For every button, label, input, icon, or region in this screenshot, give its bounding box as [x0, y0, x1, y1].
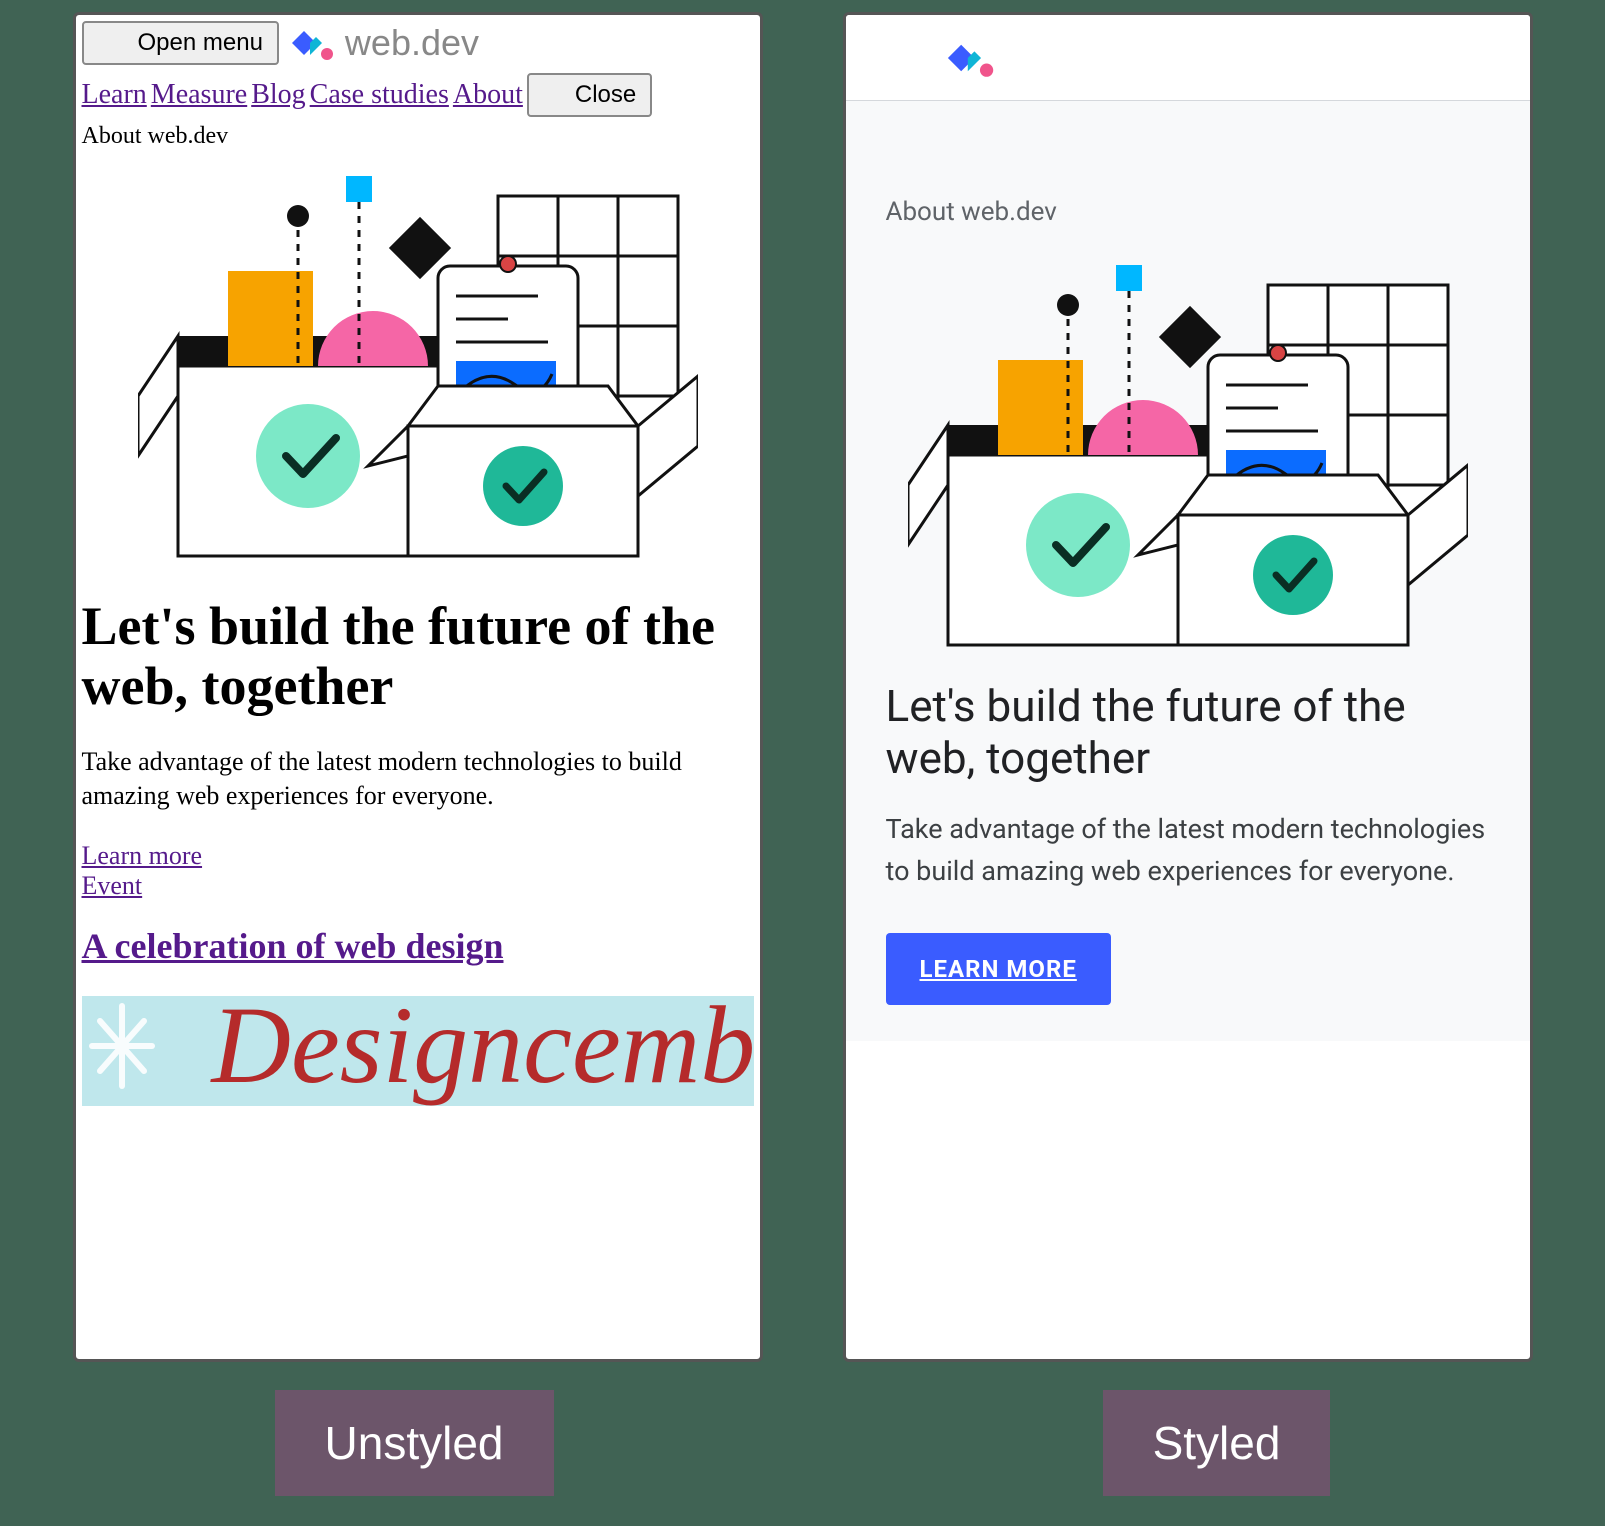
unstyled-viewport: Open menu web.dev Learn Measure Blog Cas…	[73, 12, 763, 1362]
nav-case-studies[interactable]: Case studies	[310, 79, 449, 111]
hero-illustration	[908, 245, 1468, 655]
nav-learn[interactable]: Learn	[82, 79, 147, 111]
caption-styled: Styled	[1103, 1390, 1331, 1496]
event-card-script-text: Designcember	[212, 996, 754, 1106]
hero-illustration	[138, 156, 698, 566]
page-body: About web.dev Let's build the future of …	[846, 101, 1530, 1041]
close-label: Close	[575, 81, 636, 109]
page-subtitle: Take advantage of the latest modern tech…	[82, 745, 754, 813]
hamburger-icon	[98, 29, 132, 57]
learn-more-button[interactable]: LEARN MORE	[886, 933, 1111, 1005]
event-card-image: Designcember	[82, 996, 754, 1106]
styled-viewport: About web.dev Let's build the future of …	[843, 12, 1533, 1362]
nav-measure[interactable]: Measure	[151, 79, 247, 111]
close-menu-button[interactable]: Close	[527, 73, 652, 117]
nav-blog[interactable]: Blog	[251, 79, 305, 111]
page-title: Let's build the future of the web, toget…	[82, 596, 754, 717]
webdev-logo-icon[interactable]	[944, 37, 996, 79]
event-heading: A celebration of web design	[82, 925, 754, 968]
logo-text: web.dev	[345, 22, 479, 64]
comparison-stage: Open menu web.dev Learn Measure Blog Cas…	[0, 12, 1605, 1362]
nav-row: Learn Measure Blog Case studies About Cl…	[82, 73, 754, 117]
open-menu-button[interactable]: Open menu	[82, 21, 279, 65]
close-icon	[543, 82, 569, 108]
eyebrow: About web.dev	[886, 197, 1490, 227]
hamburger-icon[interactable]	[874, 43, 912, 73]
caption-unstyled: Unstyled	[275, 1390, 554, 1496]
page-title: Let's build the future of the web, toget…	[886, 681, 1490, 785]
caption-row: Unstyled Styled	[0, 1390, 1605, 1526]
event-link[interactable]: Event	[82, 871, 754, 901]
app-header	[846, 15, 1530, 101]
webdev-logo-icon	[289, 24, 335, 62]
nav-about[interactable]: About	[453, 79, 523, 111]
learn-more-link[interactable]: Learn more	[82, 841, 754, 871]
open-menu-label: Open menu	[138, 29, 263, 57]
eyebrow: About web.dev	[82, 123, 754, 150]
event-heading-link[interactable]: A celebration of web design	[82, 926, 504, 966]
page-subtitle: Take advantage of the latest modern tech…	[886, 809, 1490, 893]
